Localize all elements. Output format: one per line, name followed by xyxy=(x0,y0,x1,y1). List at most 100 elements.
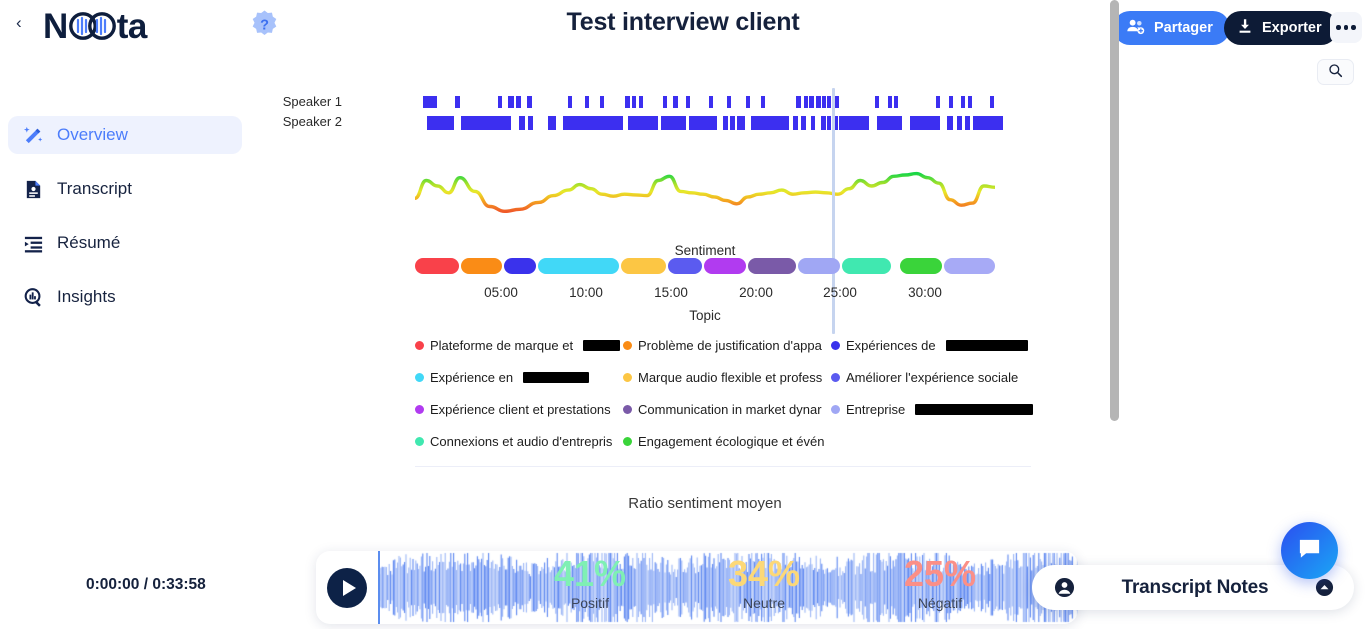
time-code: 0:00:00 / 0:33:58 xyxy=(86,576,206,593)
topic-segment[interactable] xyxy=(900,258,942,274)
speaker-activity-segment xyxy=(827,96,831,108)
export-button[interactable]: Exporter xyxy=(1224,11,1338,45)
legend-item-label: Entreprise xyxy=(846,402,906,417)
legend-color-dot xyxy=(831,341,840,350)
ratio-title: Ratio sentiment moyen xyxy=(628,495,782,512)
play-icon xyxy=(327,567,367,608)
topic-segment[interactable] xyxy=(704,258,746,274)
speaker-activity-segment xyxy=(563,116,623,130)
share-button[interactable]: Partager xyxy=(1113,11,1230,45)
legend-color-dot xyxy=(415,437,424,446)
sidebar-item-transcript[interactable]: Transcript xyxy=(8,170,242,208)
topic-segment[interactable] xyxy=(944,258,995,274)
legend-color-dot xyxy=(623,341,632,350)
document-icon xyxy=(22,178,44,200)
sidebar-item-overview[interactable]: Overview xyxy=(8,116,242,154)
more-options-button[interactable] xyxy=(1330,12,1362,43)
topic-segment[interactable] xyxy=(504,258,536,274)
speaker-activity-segment xyxy=(796,96,801,108)
topic-segment[interactable] xyxy=(621,258,666,274)
vertical-scrollbar[interactable] xyxy=(1110,0,1119,421)
speaker-activity-segment xyxy=(947,116,953,130)
insights-icon xyxy=(22,286,44,308)
brand-name-suffix: ta xyxy=(116,6,148,46)
speaker-activity-segment xyxy=(894,96,898,108)
speaker-activity-segment xyxy=(839,116,869,130)
topic-segment[interactable] xyxy=(668,258,702,274)
download-icon xyxy=(1236,17,1254,39)
export-button-label: Exporter xyxy=(1262,20,1322,36)
speaker-activity-segment xyxy=(427,116,454,130)
legend-item[interactable]: Problème de justification d'appa xyxy=(623,338,828,353)
brand-logo[interactable]: N ta xyxy=(43,5,147,47)
legend-item[interactable]: Expérience client et prestations xyxy=(415,402,620,417)
legend-item-label: Connexions et audio d'entrepris xyxy=(430,434,613,449)
waveform-scrubber[interactable]: 41% Positif 34% Neutre 25% Négatif xyxy=(378,551,1078,624)
legend-item-label: Expérience en xyxy=(430,370,514,385)
chat-bubble-icon xyxy=(1297,536,1322,566)
speaker-activity-segment xyxy=(746,96,750,108)
time-axis-tick: 15:00 xyxy=(654,285,688,300)
speaker-activity-segment xyxy=(508,96,514,108)
legend-item-label: Communication in market dynar xyxy=(638,402,822,417)
speaker-2-activity-track[interactable] xyxy=(415,96,995,108)
speaker-activity-segment xyxy=(727,96,731,108)
help-icon[interactable]: ? xyxy=(249,9,280,40)
share-button-label: Partager xyxy=(1154,20,1213,36)
topic-segment[interactable] xyxy=(415,258,459,274)
speaker-1-activity-track[interactable] xyxy=(415,116,1003,130)
dna-logo-icon xyxy=(68,10,116,42)
brand-name-prefix: N xyxy=(43,6,68,46)
legend-item-label: Plateforme de marque et xyxy=(430,338,574,353)
legend-color-dot xyxy=(831,405,840,414)
speaker-activity-segment xyxy=(661,116,686,130)
speaker-activity-segment xyxy=(686,96,690,108)
audio-waveform xyxy=(378,551,1078,624)
speaker-activity-segment xyxy=(809,96,814,108)
topic-segment[interactable] xyxy=(461,258,502,274)
sidebar-item-label: Insights xyxy=(57,287,116,306)
speaker-activity-segment xyxy=(723,116,728,130)
topic-timeline[interactable] xyxy=(415,258,995,274)
topic-axis-label: Topic xyxy=(689,308,721,323)
magic-wand-icon xyxy=(22,124,44,146)
search-button[interactable] xyxy=(1317,59,1354,85)
chevron-up-icon[interactable] xyxy=(1315,578,1334,597)
speaker-activity-segment xyxy=(957,116,962,130)
dot-icon xyxy=(1351,25,1356,30)
legend-color-dot xyxy=(623,437,632,446)
back-button[interactable]: ‹ xyxy=(16,14,22,31)
legend-color-dot xyxy=(415,373,424,382)
speaker-activity-segment xyxy=(990,96,994,108)
topic-segment[interactable] xyxy=(842,258,891,274)
legend-item-label: Engagement écologique et évén xyxy=(638,434,825,449)
legend-item-label: Expériences de xyxy=(846,338,936,353)
speaker-activity-segment xyxy=(423,96,437,108)
legend-item[interactable]: Engagement écologique et évén xyxy=(623,434,828,449)
legend-item[interactable]: Communication in market dynar xyxy=(623,402,828,417)
list-icon xyxy=(22,232,44,254)
legend-item[interactable]: Expériences de xyxy=(831,338,1036,353)
topic-segment[interactable] xyxy=(748,258,796,274)
legend-item[interactable]: Plateforme de marque et xyxy=(415,338,620,353)
chat-button[interactable] xyxy=(1281,522,1338,579)
redacted-text-block xyxy=(523,372,590,383)
legend-item[interactable]: Marque audio flexible et profess xyxy=(623,370,828,385)
legend-item[interactable]: Entreprise xyxy=(831,402,1036,417)
topic-segment[interactable] xyxy=(798,258,840,274)
sidebar-nav: Overview Transcript Résumé Insights xyxy=(0,116,250,332)
legend-item[interactable]: Améliorer l'expérience sociale xyxy=(831,370,1036,385)
time-axis: 05:00 10:00 15:00 20:00 25:00 30:00 xyxy=(415,285,995,301)
search-icon xyxy=(1328,63,1343,81)
play-button[interactable] xyxy=(316,551,378,624)
sentiment-line-chart xyxy=(415,171,995,213)
waveform-cursor xyxy=(378,551,380,624)
legend-item[interactable]: Expérience en xyxy=(415,370,620,385)
speaker-activity-segment xyxy=(811,116,815,130)
sidebar-item-insights[interactable]: Insights xyxy=(8,278,242,316)
redacted-text-block xyxy=(915,404,1034,415)
topic-segment[interactable] xyxy=(538,258,619,274)
legend-item[interactable]: Connexions et audio d'entrepris xyxy=(415,434,620,449)
time-axis-tick: 25:00 xyxy=(823,285,857,300)
sidebar-item-resume[interactable]: Résumé xyxy=(8,224,242,262)
